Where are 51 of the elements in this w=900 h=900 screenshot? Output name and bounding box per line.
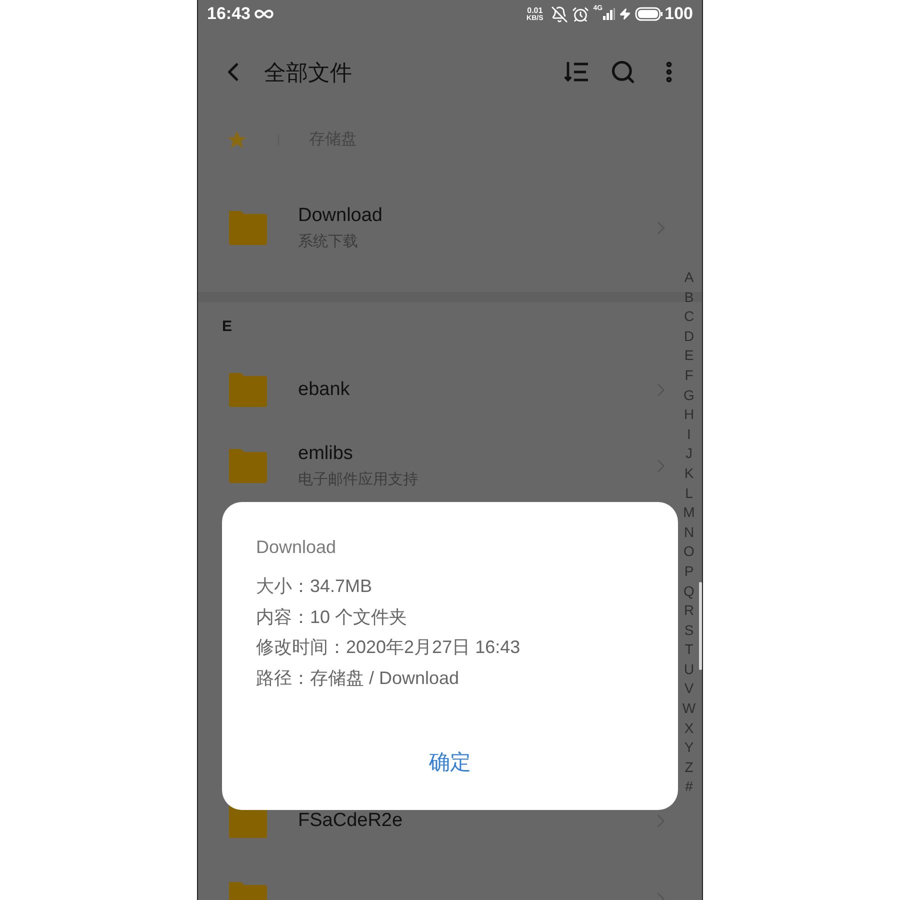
index-letter[interactable]: N [684, 522, 694, 542]
net-speed-value: 0.01 [527, 6, 543, 14]
detail-line: 路径：存储盘 / Download [256, 666, 460, 690]
index-letter[interactable]: D [684, 326, 694, 346]
index-letter[interactable]: E [684, 346, 694, 366]
battery-icon [634, 7, 663, 21]
index-letter[interactable]: Y [684, 738, 694, 758]
alarm-icon [572, 6, 590, 22]
index-letter[interactable]: H [684, 405, 694, 425]
confirm-button[interactable]: 确定 [413, 743, 487, 782]
status-time: 16:43 [207, 3, 250, 26]
index-letter[interactable]: F [684, 366, 694, 386]
index-letter[interactable]: R [684, 601, 694, 621]
index-letter[interactable]: T [684, 640, 694, 660]
signal-icon [602, 8, 615, 20]
charging-icon [618, 8, 631, 20]
index-letter[interactable]: L [685, 484, 693, 504]
folder-name: ebank [298, 378, 351, 402]
index-letter[interactable]: U [684, 660, 694, 680]
index-letter[interactable]: S [684, 620, 694, 640]
dialog-title: Download [256, 536, 338, 559]
index-letter[interactable]: M [683, 503, 695, 523]
scrollbar-thumb[interactable] [699, 582, 702, 670]
star-icon[interactable] [226, 129, 248, 151]
folder-name: FSaCdeR2e [298, 809, 404, 833]
index-letter[interactable]: A [684, 268, 694, 288]
search-icon[interactable] [610, 59, 636, 85]
index-letter[interactable]: C [684, 307, 694, 327]
index-letter[interactable]: # [685, 777, 693, 798]
folder-name: emlibs [298, 442, 354, 466]
detail-line: 内容：10 个文件夹 [256, 606, 408, 628]
index-letter[interactable]: V [684, 679, 694, 700]
detail-line: 修改时间：2020年2月27日 16:43 [256, 636, 522, 659]
index-letter[interactable]: W [682, 699, 696, 719]
battery-level: 100 [664, 3, 693, 26]
index-letter[interactable]: X [684, 718, 694, 738]
sort-icon[interactable] [564, 60, 590, 84]
folder-row[interactable]: ebank [198, 352, 678, 428]
index-letter[interactable]: K [684, 464, 694, 484]
folder-name: Download [298, 204, 384, 228]
index-letter[interactable]: P [684, 562, 694, 582]
bell-off-icon [551, 6, 568, 22]
index-letter[interactable]: Q [684, 582, 694, 602]
page-title: 全部文件 [264, 58, 352, 86]
index-letter[interactable]: J [686, 444, 692, 464]
detail-line: 大小：34.7MB [256, 575, 374, 598]
index-letter[interactable]: G [684, 386, 694, 406]
section-letter: E [222, 316, 232, 337]
index-letter[interactable]: Z [684, 758, 694, 778]
index-letter[interactable]: I [687, 424, 691, 444]
index-letter[interactable]: O [684, 542, 694, 562]
